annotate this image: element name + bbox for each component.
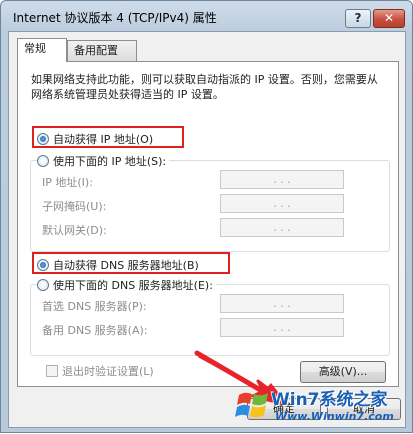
advanced-button[interactable]: 高级(V)...: [300, 361, 386, 383]
preferred-dns-label: 首选 DNS 服务器(P):: [42, 300, 147, 313]
default-gateway-field[interactable]: . . .: [220, 218, 344, 237]
validate-on-exit-label: 退出时验证设置(L): [62, 365, 154, 378]
preferred-dns-dots: . . .: [273, 297, 291, 310]
ip-address-field[interactable]: . . .: [220, 170, 344, 189]
dns-auto-radio[interactable]: [37, 259, 49, 271]
alternate-dns-dots: . . .: [273, 321, 291, 334]
ip-address-dots: . . .: [273, 173, 291, 186]
validate-on-exit-checkbox[interactable]: [46, 365, 58, 377]
subnet-mask-label: 子网掩码(U):: [42, 200, 107, 213]
subnet-mask-field[interactable]: . . .: [220, 194, 344, 213]
default-gateway-dots: . . .: [273, 221, 291, 234]
help-button[interactable]: ?: [345, 9, 371, 28]
window-title: Internet 协议版本 4 (TCP/IPv4) 属性: [13, 11, 217, 25]
validate-on-exit-row[interactable]: 退出时验证设置(L): [46, 363, 154, 379]
preferred-dns-field[interactable]: . . .: [220, 294, 344, 313]
general-tab-panel: 如果网络支持此功能，则可以获取自动指派的 IP 设置。否则，您需要从网络系统管理…: [17, 61, 399, 387]
ip-manual-label: 使用下面的 IP 地址(S):: [53, 155, 167, 168]
tab-alternate-configuration[interactable]: 备用配置: [67, 40, 137, 61]
dns-manual-radio-row[interactable]: 使用下面的 DNS 服务器地址(E):: [37, 277, 216, 293]
ip-manual-radio-row[interactable]: 使用下面的 IP 地址(S):: [37, 153, 170, 169]
ip-auto-label: 自动获得 IP 地址(O): [53, 133, 154, 146]
close-button[interactable]: ✕: [373, 9, 405, 28]
ip-address-label: IP 地址(I):: [42, 176, 93, 189]
windows-logo-icon: [235, 392, 268, 418]
alternate-dns-field[interactable]: . . .: [220, 318, 344, 337]
description-text: 如果网络支持此功能，则可以获取自动指派的 IP 设置。否则，您需要从网络系统管理…: [31, 73, 378, 101]
ip-auto-radio-row[interactable]: 自动获得 IP 地址(O): [37, 131, 153, 147]
dns-manual-radio[interactable]: [37, 279, 49, 291]
dns-auto-radio-row[interactable]: 自动获得 DNS 服务器地址(B): [37, 257, 199, 273]
watermark-url: Www.Winwin7.com: [275, 410, 394, 423]
watermark: Win7系统之家 Www.Winwin7.com: [231, 383, 411, 431]
watermark-title: Win7系统之家: [271, 390, 388, 410]
default-gateway-label: 默认网关(D):: [42, 224, 107, 237]
dns-manual-label: 使用下面的 DNS 服务器地址(E):: [53, 279, 213, 292]
subnet-mask-dots: . . .: [273, 197, 291, 210]
dialog-client-area: 常规 备用配置 如果网络支持此功能，则可以获取自动指派的 IP 设置。否则，您需…: [8, 31, 406, 428]
ip-manual-radio[interactable]: [37, 155, 49, 167]
alternate-dns-label: 备用 DNS 服务器(A):: [42, 324, 148, 337]
dns-auto-label: 自动获得 DNS 服务器地址(B): [53, 259, 199, 272]
dialog-window: Internet 协议版本 4 (TCP/IPv4) 属性 ? ✕ 常规 备用配…: [0, 0, 413, 433]
title-bar[interactable]: Internet 协议版本 4 (TCP/IPv4) 属性 ? ✕: [1, 1, 412, 31]
tab-general[interactable]: 常规: [17, 38, 67, 62]
ip-auto-radio[interactable]: [37, 133, 49, 145]
